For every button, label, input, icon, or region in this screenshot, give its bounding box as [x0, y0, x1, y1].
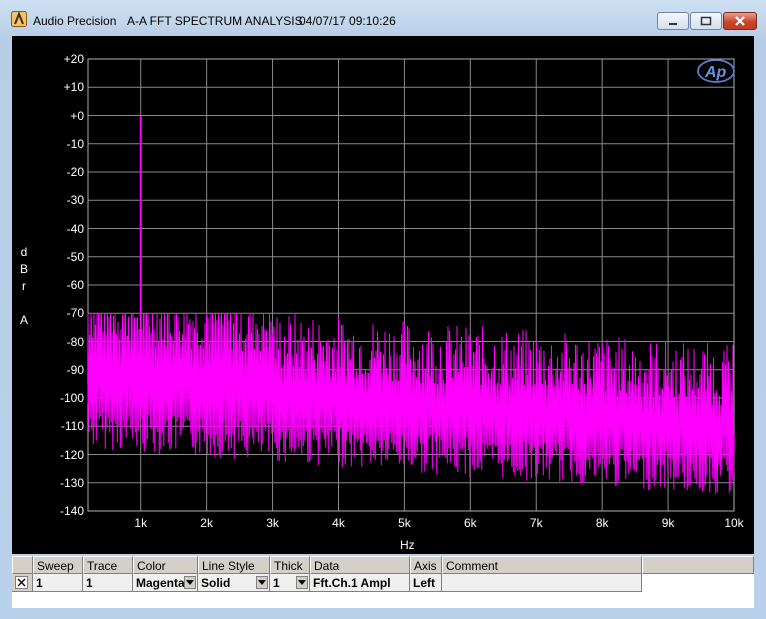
header-comment[interactable]: Comment	[442, 556, 642, 574]
x-axis-label: Hz	[400, 538, 415, 552]
y-tick-label: -40	[66, 221, 84, 236]
table-row: 1 1 Magenta Solid 1 Fft.Ch.1 Ampl Left	[12, 574, 754, 592]
cell-thick: 1	[273, 576, 280, 590]
row-enable-checkbox[interactable]	[12, 574, 33, 592]
table-corner	[12, 556, 33, 574]
x-tick-label: 6k	[463, 516, 477, 530]
chart-canvas	[87, 58, 735, 512]
cell-color-dropdown[interactable]: Magenta	[133, 574, 198, 592]
timestamp: 04/07/17 09:10:26	[299, 14, 396, 28]
cell-thick-dropdown[interactable]: 1	[270, 574, 310, 592]
x-tick-label: 7k	[529, 516, 543, 530]
x-tick-label: 1k	[134, 516, 148, 530]
dropdown-arrow-icon[interactable]	[296, 576, 308, 589]
app-icon[interactable]	[11, 11, 27, 27]
app-window: Audio Precision A-A FFT SPECTRUM ANALYSI…	[0, 0, 766, 619]
header-filler	[642, 556, 754, 574]
header-line-style[interactable]: Line Style	[198, 556, 270, 574]
header-sweep[interactable]: Sweep	[33, 556, 83, 574]
y-tick-label: -120	[59, 447, 84, 462]
y-tick-label: -10	[66, 136, 84, 151]
header-thick[interactable]: Thick	[270, 556, 310, 574]
cell-line-style-dropdown[interactable]: Solid	[198, 574, 270, 592]
y-axis-label-char: d	[20, 245, 28, 259]
close-icon	[735, 16, 745, 26]
cell-sweep[interactable]: 1	[33, 574, 83, 592]
header-axis[interactable]: Axis	[410, 556, 442, 574]
y-axis-label-char: B	[19, 262, 28, 276]
y-tick-label: -140	[59, 504, 84, 518]
minimize-icon	[669, 23, 677, 25]
dropdown-arrow-icon[interactable]	[184, 576, 196, 589]
y-tick-label: -30	[66, 193, 84, 208]
spectrum-noise-trace	[87, 313, 735, 495]
dropdown-arrow-icon[interactable]	[256, 576, 268, 589]
x-tick-label: 3k	[266, 516, 279, 530]
y-tick-label: -90	[66, 362, 84, 377]
header-color[interactable]: Color	[133, 556, 198, 574]
title-bar[interactable]: Audio Precision A-A FFT SPECTRUM ANALYSI…	[0, 0, 766, 36]
y-tick-label: -60	[66, 278, 84, 292]
app-name: Audio Precision	[33, 14, 117, 28]
svg-text:Ap: Ap	[704, 64, 727, 81]
trace-table: Sweep Trace Color Line Style Thick Data …	[12, 556, 754, 608]
cell-comment[interactable]	[442, 574, 642, 592]
y-axis-label-char: A	[19, 313, 28, 327]
ap-logo-icon: Ap	[697, 59, 735, 83]
y-tick-label: -110	[60, 419, 84, 434]
x-tick-label: 2k	[200, 516, 213, 530]
y-tick-label: +0	[70, 108, 84, 123]
cell-line-style: Solid	[201, 576, 231, 590]
x-tick-label: 8k	[595, 516, 609, 530]
y-tick-label: -70	[66, 306, 84, 321]
y-tick-label: -20	[66, 165, 84, 179]
y-tick-label: +10	[63, 80, 84, 95]
y-tick-label: -80	[66, 334, 84, 349]
cell-trace[interactable]: 1	[83, 574, 133, 592]
maximize-icon	[700, 16, 712, 26]
y-tick-label: -50	[66, 249, 84, 264]
header-trace[interactable]: Trace	[83, 556, 133, 574]
document-title: A-A FFT SPECTRUM ANALYSIS	[127, 14, 303, 28]
spectrum-plot[interactable]: +20 +10 +0 -10 -20 -30 -40 -50 -60 -70 -80 -90 -100 -…	[12, 36, 754, 554]
header-data[interactable]: Data	[310, 556, 410, 574]
x-tick-label: 10k	[724, 516, 744, 530]
cell-data[interactable]: Fft.Ch.1 Ampl	[310, 574, 410, 592]
cell-axis[interactable]: Left	[410, 574, 442, 592]
y-tick-label: -100	[59, 391, 84, 405]
y-axis-label-char: r	[22, 279, 26, 293]
x-tick-label: 5k	[398, 516, 411, 530]
maximize-button[interactable]	[690, 12, 722, 30]
y-tick-label: -130	[59, 475, 84, 490]
y-tick-label: +20	[63, 52, 84, 66]
checkbox-x-icon	[15, 576, 28, 589]
x-tick-label: 9k	[661, 516, 675, 530]
table-header-row: Sweep Trace Color Line Style Thick Data …	[12, 556, 754, 574]
cell-color: Magenta	[136, 576, 185, 590]
x-tick-label: 4k	[332, 516, 345, 530]
minimize-button[interactable]	[657, 12, 689, 30]
close-button[interactable]	[723, 12, 757, 30]
